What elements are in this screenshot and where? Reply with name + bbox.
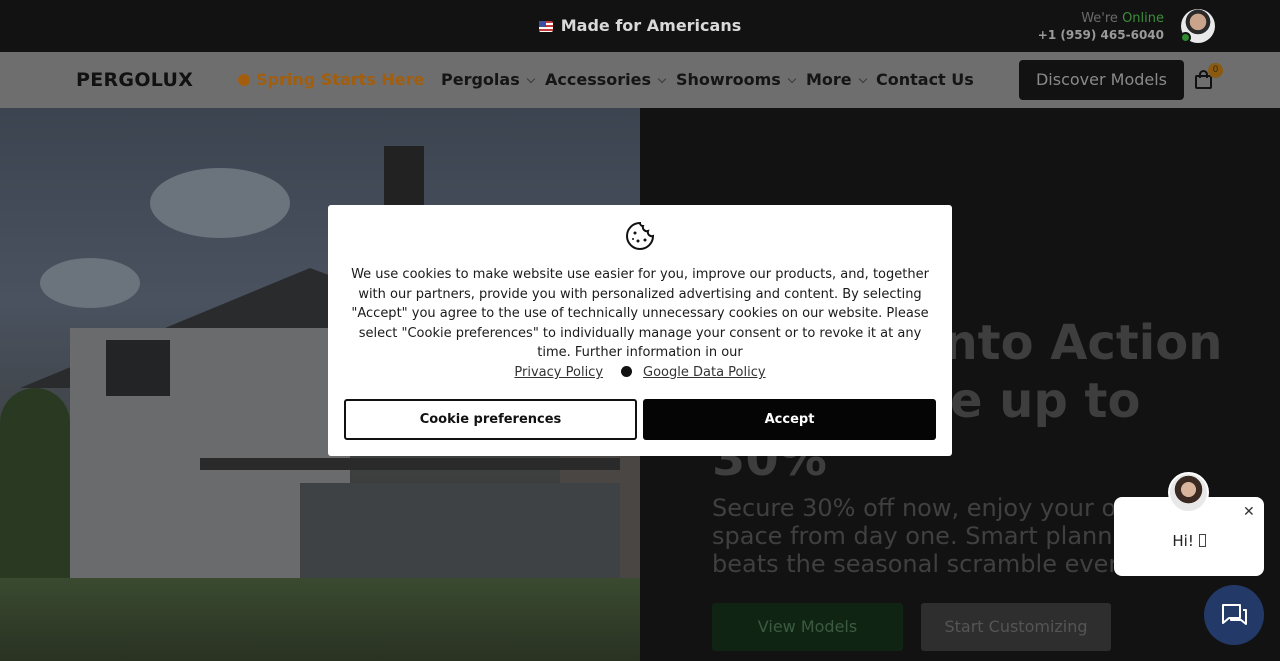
nav-item-accessories[interactable]: Accessories [545, 70, 667, 89]
chevron-down-icon [858, 74, 867, 84]
sun-icon [238, 74, 250, 86]
cookie-text: We use cookies to make website use easie… [351, 267, 929, 360]
start-customizing-button[interactable]: Start Customizing [921, 603, 1111, 651]
nav-item-label: Spring Starts Here [256, 70, 425, 89]
cookie-icon [626, 221, 655, 250]
nav-item-more[interactable]: More [806, 70, 867, 89]
discover-models-button[interactable]: Discover Models [1019, 60, 1184, 100]
chat-agent-avatar[interactable] [1168, 472, 1209, 513]
we-are-label: We're [1081, 11, 1118, 26]
privacy-policy-link[interactable]: Privacy Policy [514, 365, 603, 380]
cart-count-badge: 0 [1208, 63, 1223, 78]
logo[interactable]: PERGOLUX [76, 69, 193, 91]
nav-item-contact[interactable]: Contact Us [876, 70, 974, 89]
nav-item-label: Contact Us [876, 70, 974, 89]
chat-greeting-text: Hi! [1172, 532, 1199, 550]
nav-item-showrooms[interactable]: Showrooms [676, 70, 797, 89]
chevron-down-icon [526, 74, 535, 84]
nav-item-spring[interactable]: Spring Starts Here [238, 70, 424, 89]
view-models-button[interactable]: View Models [712, 603, 903, 651]
made-for-text: Made for Americans [560, 16, 742, 35]
emoji-placeholder-icon [1198, 534, 1206, 547]
hero-subtitle: Secure 30% off now, enjoy your o space f… [712, 494, 1119, 578]
nav-item-label: Pergolas [441, 70, 520, 89]
cookie-preferences-button[interactable]: Cookie preferences [344, 399, 637, 440]
close-icon[interactable]: ✕ [1243, 504, 1255, 520]
contact-info[interactable]: We're Online +1 (959) 465-6040 [1038, 10, 1164, 44]
cookie-dialog: We use cookies to make website use easie… [328, 205, 952, 456]
online-status: Online [1122, 11, 1164, 26]
chat-icon [1222, 604, 1247, 625]
us-flag-icon [538, 21, 553, 32]
online-dot-icon [1180, 32, 1191, 43]
chat-greeting: Hi! [1114, 532, 1264, 550]
nav-item-label: Showrooms [676, 70, 781, 89]
chevron-down-icon [787, 74, 797, 84]
chat-launcher-button[interactable] [1204, 585, 1264, 645]
cart-button[interactable]: 0 [1195, 63, 1223, 90]
main-nav: PERGOLUX Spring Starts Here Pergolas Acc… [0, 52, 1280, 108]
chevron-down-icon [657, 74, 667, 84]
accept-button[interactable]: Accept [643, 399, 936, 440]
nav-item-label: Accessories [545, 70, 651, 89]
cookie-links: Privacy Policy Google Data Policy [328, 365, 952, 380]
phone-number[interactable]: +1 (959) 465-6040 [1038, 27, 1164, 44]
nav-item-pergolas[interactable]: Pergolas [441, 70, 535, 89]
nav-item-label: More [806, 70, 852, 89]
top-bar: Made for Americans We're Online +1 (959)… [0, 0, 1280, 52]
bullet-separator [621, 366, 633, 377]
google-data-policy-link[interactable]: Google Data Policy [643, 365, 766, 380]
cart-bag-shape [1195, 75, 1212, 89]
